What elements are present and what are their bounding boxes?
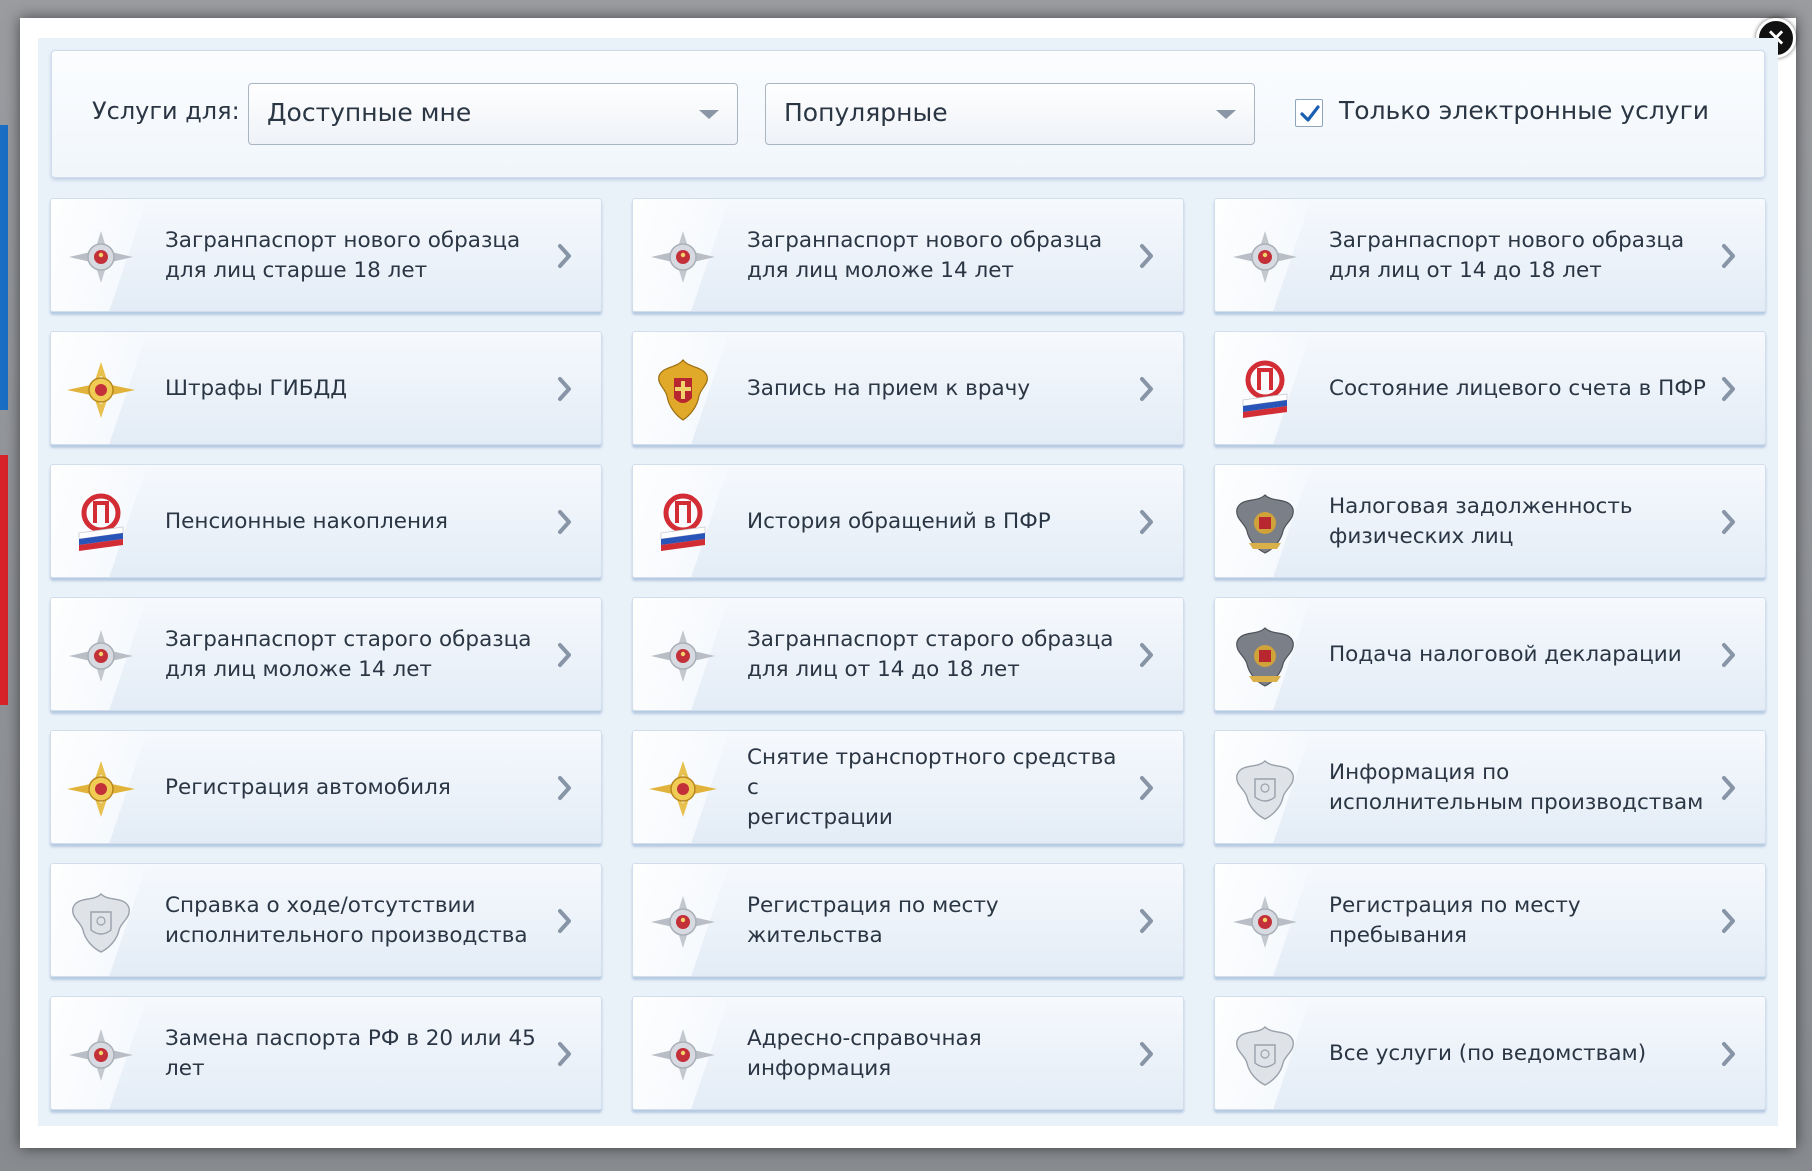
chevron-right-icon <box>1722 776 1735 800</box>
chevron-right-icon <box>1140 643 1153 667</box>
service-tile[interactable]: Штрафы ГИБДД <box>50 331 602 445</box>
filter-label: Услуги для: <box>92 97 240 125</box>
service-tile-label: История обращений в ПФР <box>747 509 1051 534</box>
chevron-right-icon <box>1140 1042 1153 1066</box>
service-tile[interactable]: Загранпаспорт старого образца для лиц от… <box>632 597 1184 711</box>
service-tile-label: Запись на прием к врачу <box>747 376 1031 401</box>
chevron-right-icon <box>1722 909 1735 933</box>
service-tile-label: Штрафы ГИБДД <box>165 376 348 401</box>
service-tile[interactable]: Загранпаспорт нового образца для лиц ста… <box>50 198 602 312</box>
service-tile-label: Загранпаспорт нового образца для лиц мол… <box>747 228 1103 283</box>
service-tile-label: Подача налоговой декларации <box>1329 642 1682 667</box>
chevron-right-icon <box>1722 643 1735 667</box>
service-tile-label: Адресно-справочная информация <box>747 1026 982 1081</box>
health-emblem-icon <box>647 354 719 426</box>
services-modal: × Услуги для: Доступные мне Популярные Т… <box>20 18 1796 1148</box>
chevron-right-icon <box>1722 510 1735 534</box>
service-tile[interactable]: Запись на прием к врачу <box>632 331 1184 445</box>
chevron-right-icon <box>1140 909 1153 933</box>
gibdd-emblem-icon <box>65 354 137 426</box>
chevron-right-icon <box>1140 776 1153 800</box>
service-tile-label: Состояние лицевого счета в ПФР <box>1329 376 1706 401</box>
service-tile-label: Регистрация по месту жительства <box>747 893 999 948</box>
backdrop-red-strip <box>0 455 8 705</box>
service-tile-label: Налоговая задолженность физических лиц <box>1329 494 1633 549</box>
gibdd-emblem-icon <box>65 753 137 825</box>
mvd-emblem-icon <box>1229 221 1301 293</box>
chevron-right-icon <box>558 643 571 667</box>
service-tile[interactable]: Замена паспорта РФ в 20 или 45 лет <box>50 996 602 1110</box>
pfr-logo-icon <box>1229 354 1301 426</box>
chevron-right-icon <box>558 244 571 268</box>
service-tile[interactable]: Загранпаспорт нового образца для лиц от … <box>1214 198 1766 312</box>
chevron-right-icon <box>1722 1042 1735 1066</box>
chevron-right-icon <box>558 1042 571 1066</box>
service-tile[interactable]: Все услуги (по ведомствам) <box>1214 996 1766 1110</box>
service-tile[interactable]: Налоговая задолженность физических лиц <box>1214 464 1766 578</box>
category-select[interactable]: Популярные <box>765 83 1255 145</box>
chevron-right-icon <box>1140 377 1153 401</box>
service-tile[interactable]: Справка о ходе/отсутствии исполнительног… <box>50 863 602 977</box>
service-tile-label: Регистрация автомобиля <box>165 775 451 800</box>
fssp-emblem-icon <box>1229 1019 1301 1091</box>
gibdd-emblem-icon <box>647 753 719 825</box>
service-tile[interactable]: Снятие транспортного средства с регистра… <box>632 730 1184 844</box>
mvd-emblem-icon <box>647 1019 719 1091</box>
category-select-value: Популярные <box>784 98 948 127</box>
fssp-emblem-icon <box>65 886 137 958</box>
checkmark-icon <box>1300 105 1320 122</box>
service-tile-label: Загранпаспорт нового образца для лиц от … <box>1329 228 1685 283</box>
service-tile[interactable]: Регистрация автомобиля <box>50 730 602 844</box>
chevron-down-icon <box>699 110 719 119</box>
audience-select-value: Доступные мне <box>267 98 472 127</box>
electronic-only-label: Только электронные услуги <box>1339 96 1709 125</box>
tax-emblem-icon <box>1229 487 1301 559</box>
service-tile[interactable]: Информация по исполнительным производств… <box>1214 730 1766 844</box>
chevron-down-icon <box>1216 110 1236 119</box>
service-tile-label: Информация по исполнительным производств… <box>1329 760 1704 815</box>
chevron-right-icon <box>1140 244 1153 268</box>
chevron-right-icon <box>558 909 571 933</box>
service-tile[interactable]: История обращений в ПФР <box>632 464 1184 578</box>
chevron-right-icon <box>558 510 571 534</box>
chevron-right-icon <box>1722 244 1735 268</box>
service-tile-label: Замена паспорта РФ в 20 или 45 лет <box>165 1026 536 1081</box>
service-tile-label: Все услуги (по ведомствам) <box>1329 1041 1647 1066</box>
chevron-right-icon <box>1140 510 1153 534</box>
service-tile[interactable]: Адресно-справочная информация <box>632 996 1184 1110</box>
service-tile[interactable]: Состояние лицевого счета в ПФР <box>1214 331 1766 445</box>
service-tile-label: Снятие транспортного средства с регистра… <box>747 745 1117 830</box>
audience-select[interactable]: Доступные мне <box>248 83 738 145</box>
modal-content: Услуги для: Доступные мне Популярные Тол… <box>38 38 1778 1126</box>
electronic-only-checkbox[interactable] <box>1295 99 1323 127</box>
mvd-emblem-icon <box>1229 886 1301 958</box>
chevron-right-icon <box>558 776 571 800</box>
mvd-emblem-icon <box>647 620 719 692</box>
service-tile-label: Загранпаспорт старого образца для лиц от… <box>747 627 1114 682</box>
mvd-emblem-icon <box>647 221 719 293</box>
chevron-right-icon <box>558 377 571 401</box>
service-tile-label: Пенсионные накопления <box>165 509 448 534</box>
mvd-emblem-icon <box>65 221 137 293</box>
service-tile[interactable]: Подача налоговой декларации <box>1214 597 1766 711</box>
service-tile[interactable]: Загранпаспорт нового образца для лиц мол… <box>632 198 1184 312</box>
pfr-logo-icon <box>65 487 137 559</box>
service-tile-label: Загранпаспорт нового образца для лиц ста… <box>165 228 521 283</box>
pfr-logo-icon <box>647 487 719 559</box>
service-tile[interactable]: Регистрация по месту жительства <box>632 863 1184 977</box>
tax-emblem-icon <box>1229 620 1301 692</box>
filter-bar: Услуги для: Доступные мне Популярные Тол… <box>51 50 1765 178</box>
service-tile[interactable]: Регистрация по месту пребывания <box>1214 863 1766 977</box>
backdrop-blue-strip <box>0 125 8 410</box>
fssp-emblem-icon <box>1229 753 1301 825</box>
service-tile[interactable]: Загранпаспорт старого образца для лиц мо… <box>50 597 602 711</box>
chevron-right-icon <box>1722 377 1735 401</box>
service-tile-label: Справка о ходе/отсутствии исполнительног… <box>165 893 528 948</box>
service-tile-label: Регистрация по месту пребывания <box>1329 893 1581 948</box>
mvd-emblem-icon <box>65 620 137 692</box>
mvd-emblem-icon <box>647 886 719 958</box>
service-tile[interactable]: Пенсионные накопления <box>50 464 602 578</box>
service-tile-label: Загранпаспорт старого образца для лиц мо… <box>165 627 532 682</box>
mvd-emblem-icon <box>65 1019 137 1091</box>
